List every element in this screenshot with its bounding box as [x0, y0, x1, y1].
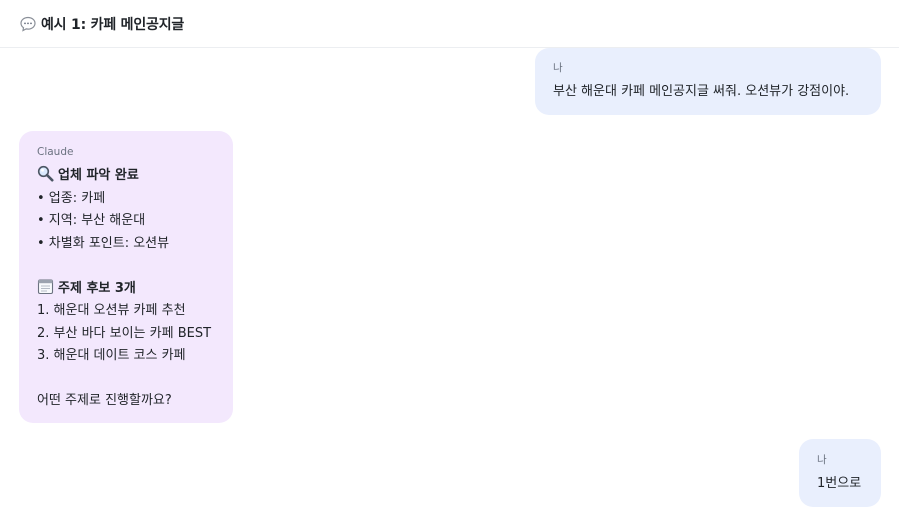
magnifier-icon [37, 165, 54, 182]
user-message: 나 부산 해운대 카페 메인공지글 써줘. 오션뷰가 강점이야. [535, 48, 881, 115]
message-sender: 나 [553, 62, 563, 74]
message-sender: Claude [37, 146, 74, 158]
message-text: 부산 해운대 카페 메인공지글 써줘. 오션뷰가 강점이야. [553, 84, 850, 99]
section-title: 주제 후보 3개 [58, 280, 136, 296]
notepad-icon [37, 278, 54, 294]
list-item: • 지역: 부산 해운대 [37, 213, 146, 228]
page-title: 예시 1: 카페 메인공지글 [41, 16, 185, 33]
section-heading: 업체 파악 완료 [37, 165, 215, 188]
message-text: 1번으로 [817, 476, 862, 491]
assistant-message: Claude 업체 파악 완료 • 업종: 카페 • 지역: 부산 해운대 • … [19, 131, 233, 423]
list-item: 1. 해운대 오션뷰 카페 추천 [37, 303, 186, 318]
message-question: 어떤 주제로 진행할까요? [37, 393, 172, 408]
list-item: • 차별화 포인트: 오션뷰 [37, 235, 170, 251]
section-heading: 주제 후보 3개 [37, 278, 215, 301]
user-message: 나 1번으로 [799, 439, 881, 507]
list-item: 3. 해운대 데이트 코스 카페 [37, 348, 186, 363]
list-item: • 업종: 카페 [37, 190, 106, 206]
speech-bubble-icon [20, 16, 36, 32]
list-item: 2. 부산 바다 보이는 카페 BEST [37, 325, 212, 341]
message-sender: 나 [817, 454, 827, 466]
section-title: 업체 파악 완료 [58, 168, 139, 183]
chat-header: 예시 1: 카페 메인공지글 [0, 0, 899, 48]
